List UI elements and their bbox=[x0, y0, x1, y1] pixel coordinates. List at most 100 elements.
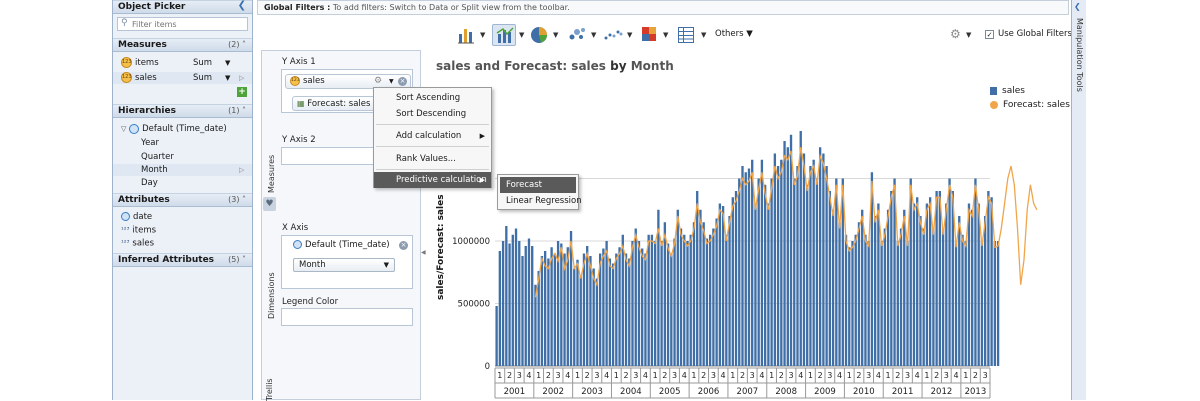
object-picker-header: Object Picker ❮ bbox=[113, 0, 252, 14]
measures-section-header[interactable]: Measures (2) ˄ bbox=[113, 38, 252, 52]
sales-bar bbox=[751, 159, 754, 366]
sales-bar bbox=[848, 247, 851, 366]
menu-item-sort-descending[interactable]: Sort Descending bbox=[374, 106, 491, 122]
sales-bar bbox=[738, 178, 741, 366]
combined-chart-dropdown-icon[interactable]: ▼ bbox=[519, 31, 524, 39]
menu-item-sort-ascending[interactable]: Sort Ascending bbox=[374, 90, 491, 106]
y1-item-forecast-sales[interactable]: ▦ Forecast: sales bbox=[292, 96, 382, 111]
pie-chart-dropdown-icon[interactable]: ▼ bbox=[553, 31, 558, 39]
sales-bar bbox=[760, 159, 764, 366]
settings-dropdown-icon[interactable]: ▼ bbox=[966, 31, 971, 39]
hierarchy-level-month[interactable]: Month ▷ bbox=[113, 164, 252, 176]
use-global-filters-checkbox[interactable]: ✓ bbox=[985, 30, 994, 39]
measures-section-title: Measures bbox=[118, 40, 167, 50]
sales-bar bbox=[637, 241, 641, 366]
quarter-tick-label: 2 bbox=[546, 371, 551, 380]
legend-color-label: Legend Color bbox=[282, 297, 339, 307]
submenu-item-linear-regression[interactable]: Linear Regression bbox=[500, 193, 582, 209]
sales-bar bbox=[983, 216, 987, 366]
bubble-chart-dropdown-icon[interactable]: ▼ bbox=[627, 31, 632, 39]
hierarchy-root[interactable]: ▽ Default (Time_date) bbox=[113, 123, 252, 135]
attribute-item-items[interactable]: ¹²³ items bbox=[113, 224, 252, 236]
collapse-left-icon[interactable]: ❮ bbox=[238, 0, 246, 11]
x-level-select[interactable]: Month ▼ bbox=[293, 258, 395, 272]
expand-panel-icon[interactable]: ❮ bbox=[1074, 2, 1081, 11]
add-measure-icon[interactable]: + bbox=[237, 87, 247, 97]
attribute-item-date[interactable]: date bbox=[113, 211, 252, 223]
inferred-attributes-section-header[interactable]: Inferred Attributes (5) ˅ bbox=[113, 253, 252, 267]
hierarchies-section-header[interactable]: Hierarchies (1) ˄ bbox=[113, 104, 252, 118]
quarter-tick-label: 1 bbox=[769, 371, 774, 380]
calculated-measure-icon: ▦ bbox=[297, 99, 305, 108]
sales-bar bbox=[793, 178, 796, 366]
heat-map-dropdown-icon[interactable]: ▼ bbox=[663, 31, 668, 39]
menu-item-predictive-calculation[interactable]: Predictive calculation ▶ bbox=[374, 172, 491, 188]
filter-items-field[interactable]: ⚲ bbox=[117, 17, 248, 31]
sales-bar bbox=[919, 216, 922, 366]
expand-arrow-icon[interactable]: ▷ bbox=[239, 164, 244, 176]
quarter-tick-label: 3 bbox=[827, 371, 832, 380]
x-axis-dimension[interactable]: Default (Time_date) × bbox=[293, 240, 411, 250]
submenu-item-forecast[interactable]: Forecast bbox=[500, 177, 576, 193]
sales-bar bbox=[566, 247, 569, 366]
scatter-chart-icon[interactable] bbox=[566, 24, 588, 46]
attribute-item-sales[interactable]: ¹²³ sales bbox=[113, 237, 252, 249]
chart-plot-area[interactable]: 0500000100000015000001234123412341234123… bbox=[420, 72, 1070, 400]
legend-color-dropzone[interactable] bbox=[281, 308, 413, 326]
sales-bar bbox=[958, 216, 961, 366]
sales-bar bbox=[996, 241, 1000, 366]
sales-bar bbox=[864, 234, 867, 366]
manipulation-tools-panel[interactable]: ❮ Manipulation Tools bbox=[1071, 0, 1086, 400]
legend-item-forecast[interactable]: Forecast: sales bbox=[990, 100, 1070, 110]
measure-item-sales[interactable]: 123 sales Sum ▼ ▷ bbox=[113, 72, 252, 84]
settings-gear-icon[interactable]: ⚙ bbox=[950, 27, 961, 41]
aggregation-dropdown-icon[interactable]: ▼ bbox=[225, 57, 230, 69]
sales-bar bbox=[896, 241, 899, 366]
sales-bar bbox=[941, 228, 945, 366]
sales-bar bbox=[776, 166, 780, 366]
date-attribute-icon bbox=[121, 212, 130, 221]
sales-bar bbox=[715, 218, 718, 366]
menu-item-add-calculation[interactable]: Add calculation ▶ bbox=[374, 128, 491, 144]
hierarchy-level-year[interactable]: Year bbox=[113, 137, 252, 149]
level-label: Year bbox=[141, 138, 159, 148]
sales-bar bbox=[948, 178, 951, 366]
aggregation-dropdown-icon[interactable]: ▼ bbox=[225, 72, 230, 84]
y-axis-1-label: Y Axis 1 bbox=[282, 57, 316, 67]
filter-items-input[interactable] bbox=[132, 19, 244, 29]
combined-chart-icon[interactable] bbox=[492, 24, 516, 46]
menu-item-label: Add calculation bbox=[396, 131, 462, 141]
pie-chart-icon[interactable] bbox=[528, 24, 550, 46]
sales-bar bbox=[586, 246, 589, 366]
sales-bar bbox=[589, 256, 592, 366]
remove-item-icon[interactable]: × bbox=[398, 77, 407, 86]
heat-map-icon[interactable] bbox=[639, 24, 659, 46]
expand-arrow-icon[interactable]: ▷ bbox=[239, 72, 244, 84]
table-icon[interactable] bbox=[676, 24, 696, 46]
bar-chart-dropdown-icon[interactable]: ▼ bbox=[480, 31, 485, 39]
heart-toggle-icon[interactable]: ♥ bbox=[263, 197, 276, 211]
hierarchy-level-quarter[interactable]: Quarter bbox=[113, 151, 252, 163]
remove-dimension-icon[interactable]: × bbox=[399, 241, 408, 250]
sales-bar bbox=[692, 222, 696, 366]
scatter-chart-dropdown-icon[interactable]: ▼ bbox=[591, 31, 596, 39]
sales-bar bbox=[547, 258, 550, 366]
time-hierarchy-icon bbox=[129, 123, 140, 134]
quarter-tick-label: 2 bbox=[662, 371, 667, 380]
tree-collapse-icon[interactable]: ▽ bbox=[121, 125, 126, 133]
sales-bar bbox=[786, 147, 789, 366]
attributes-section-header[interactable]: Attributes (3) ˄ bbox=[113, 193, 252, 207]
legend-item-sales[interactable]: sales bbox=[990, 86, 1025, 96]
bar-chart-icon[interactable] bbox=[456, 24, 476, 46]
bubble-chart-icon[interactable] bbox=[602, 24, 624, 46]
sales-bar bbox=[954, 241, 958, 366]
table-dropdown-icon[interactable]: ▼ bbox=[701, 31, 706, 39]
hierarchy-level-day[interactable]: Day bbox=[113, 177, 252, 189]
sales-bar bbox=[644, 253, 647, 366]
menu-item-rank-values[interactable]: Rank Values... bbox=[374, 151, 491, 167]
others-menu[interactable]: Others ▼ bbox=[715, 29, 753, 39]
global-filters-bar[interactable]: Global Filters : To add filters: Switch … bbox=[257, 0, 1069, 15]
sales-bar bbox=[780, 159, 783, 366]
sales-bar bbox=[660, 241, 663, 366]
measure-item-items[interactable]: 123 items Sum ▼ bbox=[113, 57, 252, 69]
